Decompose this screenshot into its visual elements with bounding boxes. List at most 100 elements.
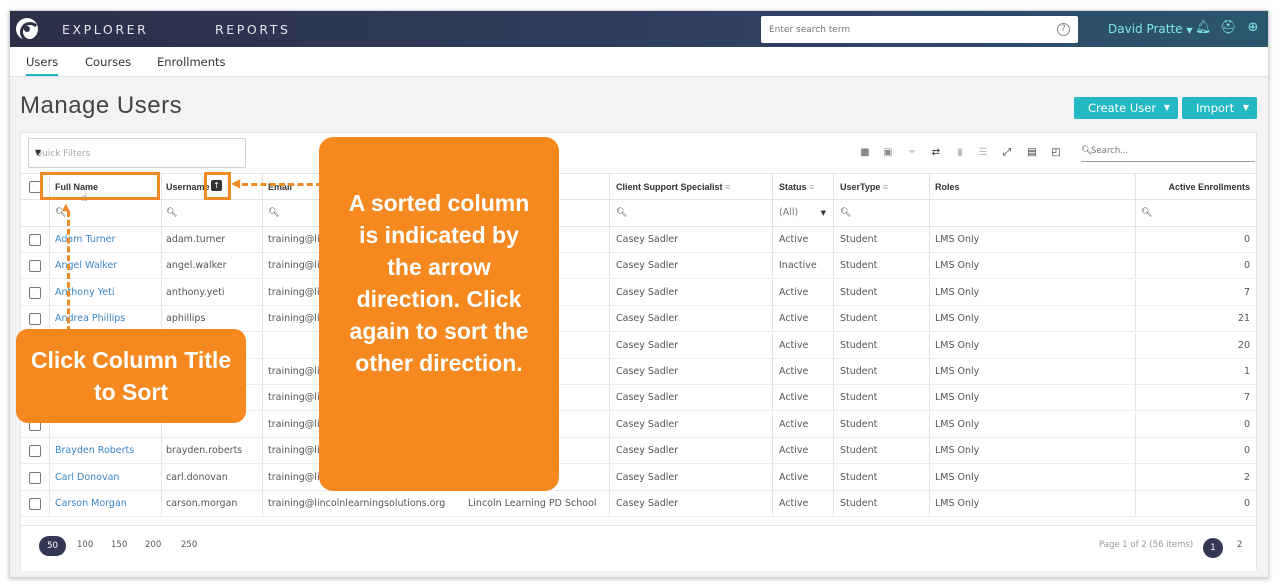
column-header-label: Status xyxy=(779,182,807,192)
row-checkbox[interactable] xyxy=(29,234,41,246)
export-icon[interactable]: ▤ xyxy=(1026,147,1038,159)
column-header-email[interactable]: Email xyxy=(263,174,323,199)
cell-full-name[interactable]: Brayden Roberts xyxy=(50,438,160,463)
import-label: Import xyxy=(1196,101,1235,115)
cell-roles: LMS Only xyxy=(935,234,980,245)
search-icon[interactable]: 🔍︎ xyxy=(835,200,851,226)
column-header-client-support-specialist[interactable]: Client Support Specialist ≡ xyxy=(611,174,761,199)
user-menu[interactable]: David Pratte ▼ xyxy=(1108,22,1193,36)
filter-icon[interactable]: ⏷ xyxy=(906,147,918,159)
page-title: Manage Users xyxy=(20,92,183,119)
logo-icon[interactable] xyxy=(16,18,40,42)
checklist-icon[interactable]: ☰ xyxy=(977,147,989,159)
filter-menu-icon[interactable]: ≡ xyxy=(809,182,814,192)
bell-icon[interactable]: 🔔︎ xyxy=(1195,20,1212,36)
cell-status: Active xyxy=(779,418,809,430)
page-size-50[interactable]: 50 xyxy=(39,536,66,556)
lock-icon[interactable]: ▣ xyxy=(882,147,894,159)
cell-status: Active xyxy=(779,366,809,377)
status-filter-select[interactable]: (All) ▼ xyxy=(774,200,832,226)
column-header-label: UserType xyxy=(840,182,881,192)
columns-icon[interactable]: ◰ xyxy=(1050,147,1062,159)
robot-icon[interactable]: ⛑︎ xyxy=(1220,20,1237,36)
cell-usertype: Student xyxy=(840,498,878,509)
caret-down-icon: ▼ xyxy=(1242,103,1249,112)
row-checkbox[interactable] xyxy=(29,286,41,299)
filter-menu-icon[interactable]: ≡ xyxy=(725,182,730,192)
cell-status: Active xyxy=(779,498,809,509)
sub-tabs: Users Courses Enrollments xyxy=(10,47,1268,77)
search-icon[interactable]: 🔍︎ xyxy=(161,200,177,226)
save-layout-icon[interactable]: ■ xyxy=(859,147,871,159)
row-checkbox[interactable] xyxy=(29,498,41,510)
row-checkbox[interactable] xyxy=(29,471,41,484)
refresh-icon[interactable]: ⇄ xyxy=(930,147,942,159)
table-row[interactable]: Anthony Yetianthony.yetitraining@linchoo… xyxy=(21,279,1256,306)
app-window: EXPLORER REPORTS ? David Pratte ▼ 🔔︎ ⛑︎ … xyxy=(9,10,1269,578)
column-header-active-enrollments[interactable]: Active Enrollments xyxy=(1136,174,1256,199)
help-icon[interactable]: ? xyxy=(1057,23,1070,36)
dashed-connector xyxy=(242,183,322,186)
grid-search: 🔍︎ xyxy=(1081,146,1255,162)
column-header-roles[interactable]: Roles xyxy=(930,174,1030,199)
grid-filter-row: 🔍︎ 🔍︎ 🔍︎ 🔍︎ (All) ▼ 🔍︎ 🔍︎ xyxy=(21,200,1256,227)
cell-roles: LMS Only xyxy=(935,498,980,509)
quick-filters-dropdown[interactable]: Quick Filters ▼ xyxy=(28,138,246,168)
cell-full-name[interactable]: Carl Donovan xyxy=(50,465,160,490)
cell-status: Inactive xyxy=(779,260,817,272)
top-navbar: EXPLORER REPORTS ? David Pratte ▼ 🔔︎ ⛑︎ … xyxy=(10,11,1268,47)
grid-search-input[interactable] xyxy=(1091,146,1251,156)
row-checkbox[interactable] xyxy=(29,445,41,458)
cell-usertype: Student xyxy=(840,418,878,430)
table-row[interactable]: Adam Turneradam.turnertraining@linSchool… xyxy=(21,227,1256,253)
page-size-200[interactable]: 200 xyxy=(145,540,161,550)
cell-active-enrollments: 0 xyxy=(1243,234,1250,245)
search-icon[interactable]: 🔍︎ xyxy=(611,200,627,226)
cell-client-support: Casey Sadler xyxy=(616,313,679,325)
row-checkbox[interactable] xyxy=(29,313,41,326)
table-row[interactable]: Angel Walkerangel.walkertraining@linchoo… xyxy=(21,253,1256,280)
cell-active-enrollments: 0 xyxy=(1243,260,1250,272)
column-header-status[interactable]: Status ≡ xyxy=(774,174,832,199)
search-icon[interactable]: 🔍︎ xyxy=(1136,200,1152,226)
cell-username: adam.turner xyxy=(166,234,226,245)
page-size-100[interactable]: 100 xyxy=(77,540,93,550)
import-button[interactable]: Import ▼ xyxy=(1182,97,1257,119)
nav-reports[interactable]: REPORTS xyxy=(215,22,291,37)
page-2-button[interactable]: 2 xyxy=(1237,540,1242,550)
table-row[interactable]: Carson Morgan carson.morgan training@linco… xyxy=(21,491,1256,517)
cell-roles: LMS Only xyxy=(935,366,980,377)
cell-usertype: Student xyxy=(840,392,878,404)
nav-explorer[interactable]: EXPLORER xyxy=(62,22,148,37)
page-size-150[interactable]: 150 xyxy=(111,540,127,550)
page-1-button[interactable]: 1 xyxy=(1203,538,1223,558)
sort-ascending-icon[interactable]: ↑ xyxy=(211,180,222,191)
cell-active-enrollments: 0 xyxy=(1243,498,1250,509)
column-header-usertype[interactable]: UserType ≡ xyxy=(835,174,927,199)
caret-down-icon: ▼ xyxy=(35,148,42,157)
global-search-input[interactable] xyxy=(761,16,1041,43)
table-row[interactable]: Brayden Roberts brayden.roberts training@l… xyxy=(21,438,1256,465)
cell-status: Active xyxy=(779,234,809,245)
caret-down-icon: ▼ xyxy=(1163,103,1170,112)
filter-menu-icon[interactable]: ≡ xyxy=(883,182,888,192)
globe-icon[interactable]: ⊕ xyxy=(1245,20,1261,36)
cell-username: brayden.roberts xyxy=(166,445,243,457)
create-user-button[interactable]: Create User ▼ xyxy=(1074,97,1178,119)
cell-username: aphillips xyxy=(166,313,206,325)
table-row[interactable]: Carl Donovancarl.donovantraining@lincoSc… xyxy=(21,464,1256,491)
cell-school: Lincoln Learning PD School xyxy=(468,498,597,509)
page-size-250[interactable]: 250 xyxy=(181,540,197,550)
row-checkbox[interactable] xyxy=(29,260,41,273)
tab-users[interactable]: Users xyxy=(26,55,59,76)
pager: 50 100 150 200 250 Page 1 of 2 (56 items… xyxy=(21,525,1256,571)
cell-status: Active xyxy=(779,313,809,325)
search-icon[interactable]: 🔍︎ xyxy=(263,200,279,226)
expand-icon[interactable]: ⤢ xyxy=(1001,147,1013,159)
tab-courses[interactable]: Courses xyxy=(85,55,131,69)
delete-icon[interactable]: ▮ xyxy=(954,147,966,159)
cell-full-name[interactable]: Carson Morgan xyxy=(50,491,160,516)
cell-roles: LMS Only xyxy=(935,313,980,325)
tab-enrollments[interactable]: Enrollments xyxy=(157,55,226,69)
status-filter-value: (All) xyxy=(779,207,799,218)
